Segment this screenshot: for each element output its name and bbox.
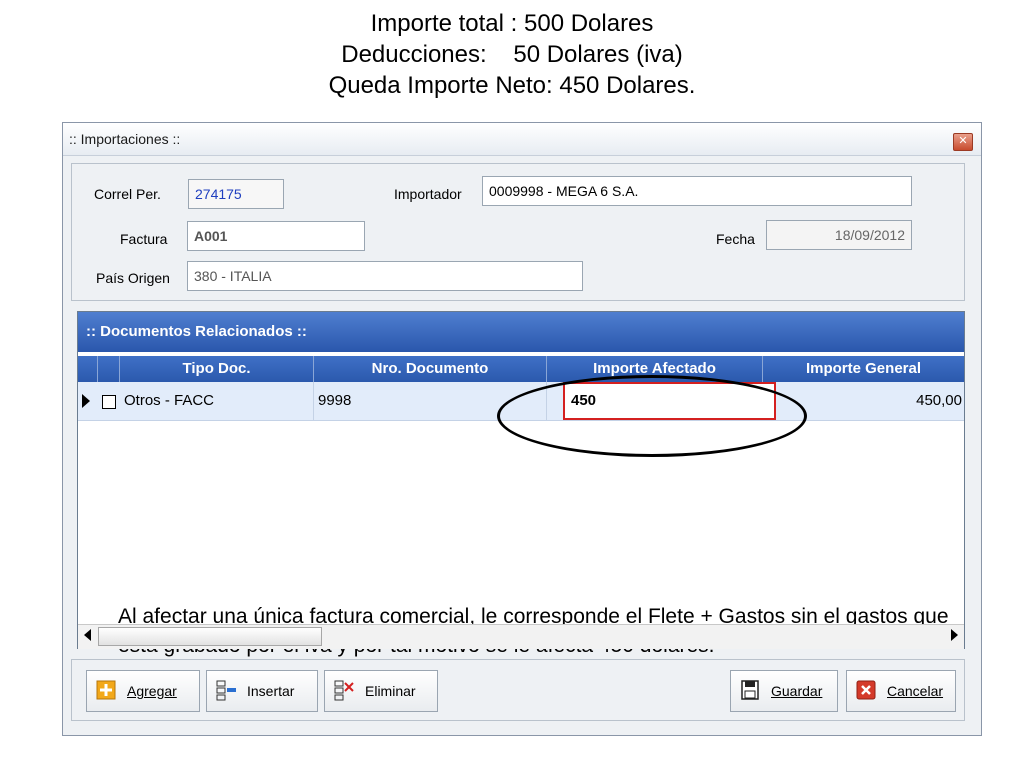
factura-field[interactable]: A001 [187,221,365,251]
insertar-button[interactable]: Insertar [206,670,318,712]
table-row[interactable]: Otros - FACC 9998 450,00 [78,382,964,421]
importaciones-window: :: Importaciones :: ✕ Correl Per. 274175… [62,122,982,736]
heading-line-neto: Queda Importe Neto: 450 Dolares. [328,72,696,99]
save-icon [741,680,759,700]
cell-tipo[interactable]: Otros - FACC [120,382,314,420]
scroll-left-icon[interactable] [84,629,91,641]
documentos-grid: :: Documentos Relacionados :: Tipo Doc. … [77,311,965,657]
column-header-afectado[interactable]: Importe Afectado [547,356,763,382]
agregar-button[interactable]: Agregar [86,670,200,712]
heading-line-total: Importe total : 500 Dolares [370,10,654,37]
column-header-nro[interactable]: Nro. Documento [314,356,547,382]
guardar-label: Guardar [771,683,823,699]
insertar-label: Insertar [247,683,295,699]
column-header-tipo[interactable]: Tipo Doc. [120,356,314,382]
window-titlebar: :: Importaciones :: ✕ [63,123,981,156]
cancelar-label: Cancelar [887,683,944,699]
importe-afectado-input[interactable]: 450 [563,382,776,420]
insert-row-icon [216,680,236,701]
horizontal-scrollbar[interactable] [78,624,964,649]
header-check-cell [98,356,120,382]
header-form: Correl Per. 274175 Importador 0009998 - … [71,163,965,301]
delete-row-icon [334,680,354,701]
eliminar-label: Eliminar [365,683,416,699]
add-icon [96,680,116,700]
factura-label: Factura [120,231,168,247]
correl-field[interactable]: 274175 [188,179,284,209]
window-title: :: Importaciones :: [69,131,181,147]
row-checkbox[interactable] [102,395,116,409]
grid-header: Tipo Doc. Nro. Documento Importe Afectad… [78,356,964,382]
action-toolbar: Agregar Insertar Eliminar Guardar Cancel… [71,659,965,721]
fecha-label: Fecha [716,231,755,247]
scroll-right-icon[interactable] [951,629,958,641]
slide-heading: Importe total : 500 Dolares Deducciones:… [0,8,1024,101]
pais-label: País Origen [96,270,170,286]
guardar-button[interactable]: Guardar [730,670,838,712]
scroll-thumb[interactable] [98,627,322,646]
cell-nro[interactable]: 9998 [314,382,547,420]
fecha-field[interactable]: 18/09/2012 [766,220,912,250]
close-icon[interactable]: ✕ [953,133,973,151]
column-header-general[interactable]: Importe General [763,356,964,382]
cancel-icon [856,680,876,700]
cell-general[interactable]: 450,00 [763,382,964,420]
eliminar-button[interactable]: Eliminar [324,670,438,712]
row-pointer-icon [82,394,90,408]
heading-line-deducciones: Deducciones: 50 Dolares (iva) [341,41,683,68]
cancelar-button[interactable]: Cancelar [846,670,956,712]
agregar-label: Agregar [127,683,177,699]
pais-field[interactable]: 380 - ITALIA [187,261,583,291]
importador-field[interactable]: 0009998 - MEGA 6 S.A. [482,176,912,206]
grid-title: :: Documentos Relacionados :: [78,312,964,352]
correl-label: Correl Per. [94,186,161,202]
header-indicator-cell [78,356,98,382]
importador-label: Importador [394,186,462,202]
